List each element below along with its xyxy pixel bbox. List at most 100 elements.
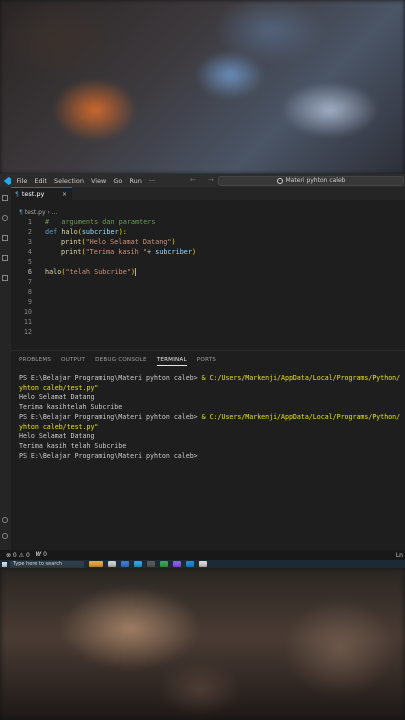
breadcrumb[interactable]: ¶ test.py › ... — [19, 209, 58, 216]
file-explorer-icon[interactable] — [121, 561, 129, 567]
code-line: 6 halo("telah Subcribe") — [11, 268, 405, 278]
account-icon[interactable] — [2, 517, 8, 523]
run-debug-icon[interactable] — [2, 255, 8, 261]
taskbar-search[interactable]: Type here to search — [10, 560, 84, 568]
tab-test-py[interactable]: ¶ test.py × — [11, 187, 72, 200]
bracket: ) — [191, 248, 197, 256]
menu-bar: File Edit Selection View Go Run ··· ← → … — [0, 174, 405, 187]
search-view-icon[interactable] — [2, 215, 8, 221]
line-content: def halo(subcriber): — [45, 228, 127, 236]
gear-icon[interactable] — [2, 533, 8, 539]
terminal-output-line: Helo Selamat Datang — [19, 432, 95, 441]
tab-label: test.py — [21, 190, 45, 198]
code-editor[interactable]: 1 # arguments dan paramters 2 def halo(s… — [11, 218, 405, 348]
ports-status[interactable]: 𝑾 0 — [36, 551, 47, 559]
vscode-taskbar-icon[interactable] — [186, 561, 194, 567]
terminal-command: & C:/Users/Markenji/AppData/Local/Progra… — [201, 374, 401, 382]
terminal-line: PS E:\Belajar Programing\Materi pyhton c… — [19, 374, 405, 384]
chrome-icon[interactable] — [160, 561, 168, 567]
line-number: 2 — [27, 228, 32, 236]
activity-bar — [0, 187, 11, 550]
windows-start-icon[interactable] — [2, 561, 7, 567]
line-content: halo("telah Subcribe") — [45, 268, 137, 276]
string-literal: "telah Subcribe" — [65, 268, 131, 276]
menu-run[interactable]: Run — [126, 177, 145, 185]
tab-output[interactable]: OUTPUT — [61, 357, 85, 366]
line-number-active: 6 — [27, 268, 32, 276]
line-number: 5 — [27, 258, 32, 266]
code-line: 4 print("Terima kasih "+ subcriber) — [11, 248, 405, 258]
app-icon[interactable] — [147, 561, 155, 567]
nav-arrows[interactable]: ← → — [190, 176, 219, 184]
taskbar-search-label: Type here to search — [13, 561, 63, 567]
python-file-icon: ¶ — [15, 190, 19, 198]
function-call: halo — [45, 268, 62, 276]
panel-tabs: PROBLEMS OUTPUT DEBUG CONSOLE TERMINAL P… — [19, 357, 226, 366]
menu-go[interactable]: Go — [110, 177, 126, 185]
command-center-label: Materi pyhton caleb — [285, 177, 346, 184]
code-line: 10 — [11, 308, 405, 318]
code-line: 2 def halo(subcriber): — [11, 228, 405, 238]
string-literal: "Helo Selamat Datang" — [85, 238, 172, 246]
tab-debug-console[interactable]: DEBUG CONSOLE — [95, 357, 147, 366]
breadcrumb-separator: › — [47, 209, 50, 216]
terminal-prompt: PS E:\Belajar Programing\Materi pyhton c… — [19, 451, 198, 460]
line-number: 9 — [27, 298, 32, 306]
terminal-output[interactable]: PS E:\Belajar Programing\Materi pyhton c… — [19, 374, 405, 461]
terminal-output-line: Terima kasih telah Subcribe — [19, 441, 127, 450]
tab-problems[interactable]: PROBLEMS — [19, 357, 51, 366]
breadcrumb-file[interactable]: test.py — [25, 209, 46, 216]
tab-terminal[interactable]: TERMINAL — [156, 357, 187, 366]
weather-icon[interactable] — [89, 561, 103, 567]
app-icon[interactable] — [173, 561, 181, 567]
command-center-search[interactable]: Materi pyhton caleb — [218, 175, 404, 186]
extensions-icon[interactable] — [2, 275, 8, 281]
terminal-line: PS E:\Belajar Programing\Materi pyhton c… — [19, 413, 405, 423]
code-line: 5 — [11, 258, 405, 268]
bracket: ) — [171, 238, 176, 246]
menu-view[interactable]: View — [87, 177, 109, 185]
explorer-icon[interactable] — [2, 195, 8, 201]
code-line: 9 — [11, 298, 405, 308]
cursor-position[interactable]: Ln — [396, 552, 403, 559]
bottom-panel: PROBLEMS OUTPUT DEBUG CONSOLE TERMINAL P… — [11, 350, 405, 551]
code-line: 11 — [11, 318, 405, 328]
string-literal: "Terima kasih " — [85, 248, 147, 256]
bracket: ): — [118, 228, 127, 236]
menu-edit[interactable]: Edit — [31, 177, 51, 185]
terminal-command: & C:/Users/Markenji/AppData/Local/Progra… — [201, 412, 401, 421]
code-line: 12 — [11, 328, 405, 338]
background-photo-bottom — [0, 568, 405, 720]
text-cursor — [135, 268, 137, 276]
code-line: 3 print("Helo Selamat Datang") — [11, 238, 405, 248]
line-content: # arguments dan paramters — [45, 218, 156, 226]
line-number: 10 — [23, 308, 32, 316]
app-icon[interactable] — [199, 561, 207, 567]
line-number: 11 — [23, 318, 32, 326]
breadcrumb-rest[interactable]: ... — [52, 209, 58, 216]
menu-file[interactable]: File — [13, 177, 31, 185]
python-file-icon: ¶ — [19, 209, 23, 216]
line-number: 4 — [27, 248, 32, 256]
variable: subcriber — [155, 248, 192, 256]
task-view-icon[interactable] — [108, 561, 116, 567]
close-icon[interactable]: × — [62, 191, 67, 198]
vscode-logo-icon — [3, 176, 11, 185]
code-line: 1 # arguments dan paramters — [11, 218, 405, 228]
operator: + — [146, 248, 156, 256]
comment: # arguments dan paramters — [45, 218, 156, 226]
line-number: 8 — [27, 288, 32, 296]
mail-icon[interactable] — [134, 561, 142, 567]
problems-status[interactable]: ⊗ 0 ⚠ 0 — [6, 552, 30, 559]
source-control-icon[interactable] — [2, 235, 8, 241]
status-bar: ⊗ 0 ⚠ 0 𝑾 0 Ln — [0, 550, 405, 560]
terminal-output-line: Helo Selamat Datang — [19, 393, 95, 402]
parameter: subcriber — [81, 228, 119, 236]
tab-ports[interactable]: PORTS — [197, 357, 216, 366]
menu-more[interactable]: ··· — [145, 177, 158, 185]
terminal-command-continued: yhton caleb/test.py" — [19, 383, 99, 392]
terminal-output-line: Terima kasihtelah Subcribe — [19, 403, 123, 412]
editor-tabs: ¶ test.py × — [11, 187, 405, 200]
menu-selection[interactable]: Selection — [50, 177, 87, 185]
windows-taskbar: Type here to search — [0, 560, 405, 568]
